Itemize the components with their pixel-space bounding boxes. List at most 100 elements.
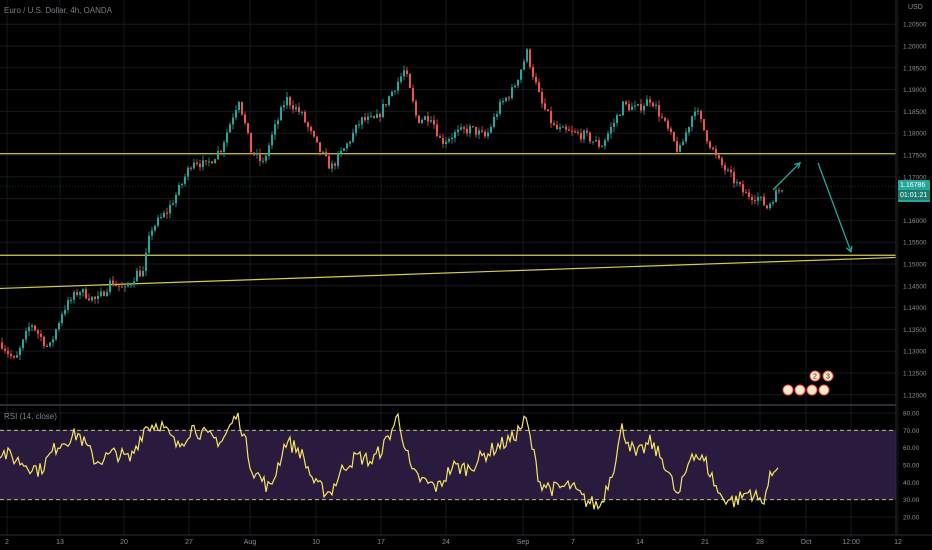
candle-body <box>667 120 669 129</box>
candle-body <box>376 114 378 119</box>
candle-body <box>238 101 240 111</box>
candle-body <box>250 132 252 153</box>
candle-body <box>199 163 201 167</box>
candle-body <box>577 132 579 134</box>
candle-body <box>475 126 477 135</box>
price-countdown: 01:01:21 <box>898 190 930 200</box>
candle-body <box>295 107 297 110</box>
candle-body <box>610 126 612 134</box>
candle-body <box>775 190 777 203</box>
y-tick-label: 1.13000 <box>903 349 927 356</box>
candle-body <box>436 124 438 137</box>
candle-body <box>742 184 744 193</box>
candle-body <box>517 79 519 86</box>
candle-body <box>82 288 84 293</box>
candle-body <box>112 280 114 286</box>
candle-body <box>103 291 105 296</box>
candle-body <box>484 131 486 137</box>
y-tick-label: 1.15500 <box>903 240 927 247</box>
candle-body <box>556 124 558 130</box>
candle-body <box>496 114 498 117</box>
candle-body <box>193 162 195 169</box>
candle-body <box>766 205 768 209</box>
candle-body <box>673 131 675 142</box>
candle-body <box>70 299 72 301</box>
candle-body <box>466 128 468 134</box>
candle-body <box>385 104 387 106</box>
candle-body <box>550 111 552 124</box>
candle-body <box>1 342 3 349</box>
candle-body <box>49 342 51 347</box>
candle-body <box>256 153 258 155</box>
candle-body <box>538 82 540 92</box>
candle-body <box>442 137 444 144</box>
candle-body <box>388 96 390 106</box>
candle-body <box>208 161 210 163</box>
y-tick-label: 1.15000 <box>903 262 927 269</box>
candle-body <box>706 130 708 142</box>
candle-body <box>364 117 366 121</box>
candle-body <box>631 106 633 111</box>
candle-body <box>487 132 489 137</box>
candle-body <box>94 296 96 299</box>
candle-body <box>130 284 132 286</box>
y-tick-label: 1.12500 <box>903 371 927 378</box>
candle-body <box>529 49 531 67</box>
y-tick-label: 1.12000 <box>903 392 927 399</box>
candle-body <box>268 145 270 157</box>
candle-body <box>688 126 690 133</box>
candle-body <box>46 345 48 347</box>
candle-body <box>223 142 225 152</box>
candle-body <box>616 115 618 123</box>
current-price-badge: 1.16786 01:01:21 <box>898 180 930 202</box>
candle-body <box>133 281 135 285</box>
candle-body <box>367 116 369 121</box>
y-tick-label: 1.20500 <box>903 22 927 29</box>
candle-body <box>757 197 759 201</box>
candle-body <box>754 199 756 201</box>
x-tick-label: 24 <box>442 539 450 546</box>
candle-body <box>190 167 192 169</box>
candle-body <box>658 105 660 117</box>
candle-body <box>361 117 363 125</box>
candle-body <box>67 300 69 310</box>
candle-body <box>340 150 342 154</box>
candle-body <box>760 196 762 198</box>
candle-body <box>640 104 642 111</box>
candle-body <box>148 235 150 253</box>
candle-body <box>733 172 735 184</box>
candle-body <box>289 97 291 106</box>
candle-body <box>226 132 228 143</box>
candle-body <box>451 137 453 140</box>
candle-body <box>661 116 663 118</box>
candle-body <box>136 270 138 282</box>
candle-body <box>166 212 168 214</box>
candle-body <box>499 101 501 115</box>
candle-body <box>478 130 480 135</box>
candle-body <box>346 143 348 149</box>
x-tick-label: 28 <box>756 539 764 546</box>
candle-body <box>298 107 300 113</box>
x-tick-label: 2 <box>5 539 9 546</box>
candle-body <box>181 183 183 185</box>
candle-body <box>703 119 705 131</box>
candle-body <box>142 270 144 277</box>
x-tick-label: 20 <box>120 539 128 546</box>
candle-body <box>670 128 672 132</box>
candle-body <box>649 99 651 103</box>
candle-body <box>715 149 717 156</box>
candle-body <box>214 159 216 164</box>
candle-body <box>61 314 63 324</box>
candle-body <box>406 70 408 74</box>
candle-body <box>259 153 261 162</box>
candle-body <box>694 111 696 117</box>
candle-body <box>97 295 99 299</box>
candle-body <box>445 141 447 144</box>
candle-body <box>292 105 294 110</box>
candle-body <box>229 124 231 133</box>
candle-body <box>151 230 153 236</box>
candle-body <box>13 356 15 358</box>
candle-body <box>547 109 549 112</box>
candle-body <box>19 348 21 356</box>
x-tick-label: Sep <box>517 539 530 546</box>
